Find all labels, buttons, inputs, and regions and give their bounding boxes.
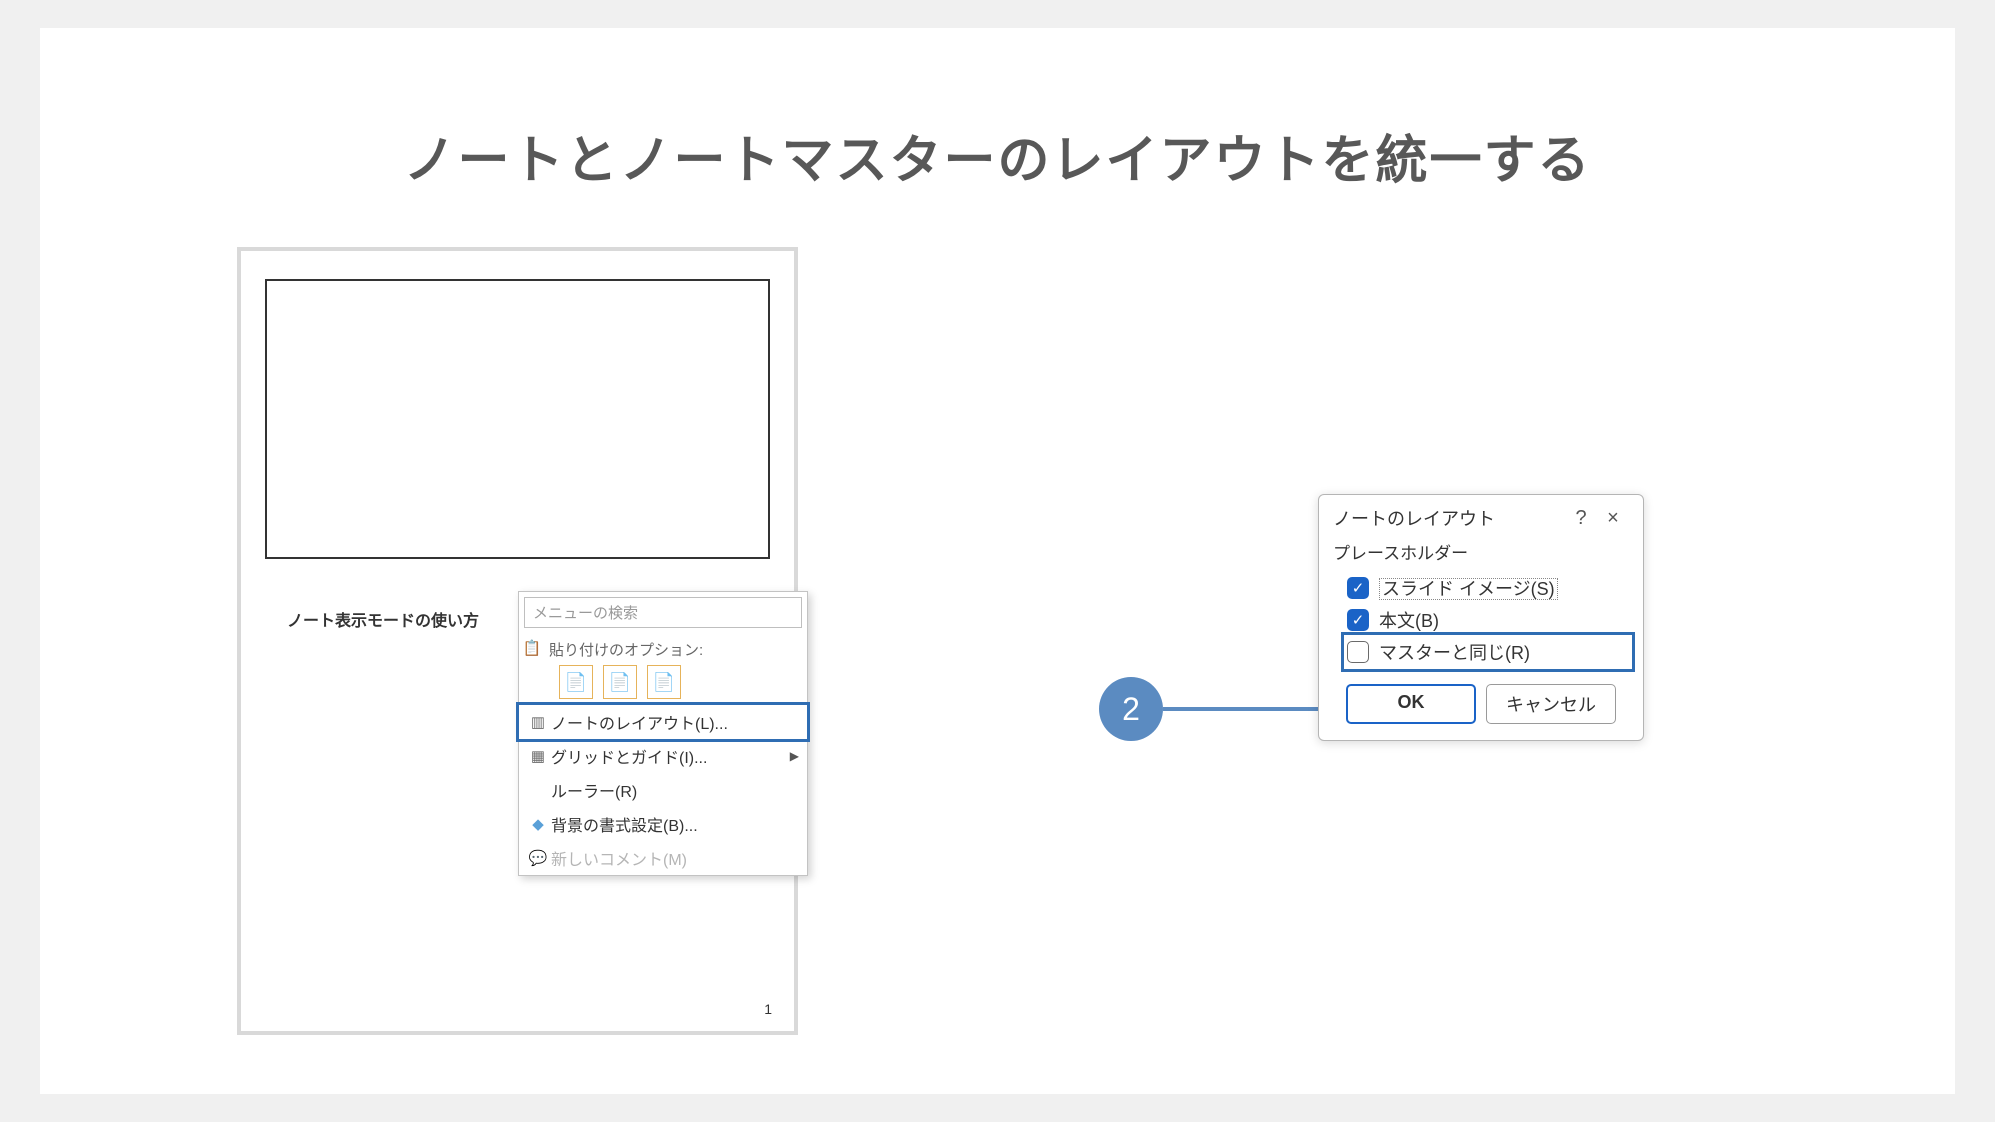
checkbox-slide-image[interactable]: ✓ — [1347, 577, 1369, 599]
help-icon[interactable]: ? — [1565, 507, 1597, 530]
menu-search-input[interactable]: メニューの検索 — [524, 597, 802, 628]
menu-item-format-bg[interactable]: ◆ 背景の書式設定(B)... — [519, 807, 807, 841]
dialog-button-row: OK キャンセル — [1319, 674, 1643, 740]
connector-2 — [1163, 707, 1341, 711]
paste-option-3[interactable]: 📄 — [647, 665, 681, 699]
context-menu: メニューの検索 📋 貼り付けのオプション: 📄 📄 📄 ▥ ノートのレイアウト(… — [518, 591, 808, 876]
dialog-options: ✓ スライド イメージ(S) ✓ 本文(B) マスターと同じ(R) — [1319, 568, 1643, 674]
checkbox-slide-image-label: スライド イメージ(S) — [1379, 575, 1558, 601]
grid-icon: ▦ — [525, 747, 551, 765]
dialog-title: ノートのレイアウト — [1333, 505, 1565, 531]
menu-item-new-comment-label: 新しいコメント(M) — [551, 846, 799, 870]
cancel-button[interactable]: キャンセル — [1486, 684, 1616, 724]
menu-item-new-comment: 💬 新しいコメント(M) — [519, 841, 807, 875]
format-bg-icon: ◆ — [525, 815, 551, 833]
menu-item-grid-guide-label: グリッドとガイド(I)... — [551, 744, 790, 768]
step-badge-2: 2 — [1099, 677, 1163, 741]
checkbox-master-label: マスターと同じ(R) — [1379, 639, 1530, 665]
menu-item-format-bg-label: 背景の書式設定(B)... — [551, 812, 799, 836]
step-badge-2-label: 2 — [1122, 691, 1140, 728]
checkbox-row-master[interactable]: マスターと同じ(R) — [1347, 636, 1629, 668]
paste-options-row: 📄 📄 📄 — [519, 663, 807, 705]
menu-item-grid-guide[interactable]: ▦ グリッドとガイド(I)... ▶ — [519, 739, 807, 773]
checkbox-row-body[interactable]: ✓ 本文(B) — [1347, 604, 1629, 636]
menu-paste-header: 📋 貼り付けのオプション: — [519, 633, 807, 663]
page-number: 1 — [764, 1001, 772, 1017]
paste-option-2[interactable]: 📄 — [603, 665, 637, 699]
paste-option-1[interactable]: 📄 — [559, 665, 593, 699]
menu-item-ruler-label: ルーラー(R) — [551, 778, 799, 802]
menu-item-ruler[interactable]: ルーラー(R) — [519, 773, 807, 807]
page-title: ノートとノートマスターのレイアウトを統一する — [40, 118, 1955, 193]
dialog-titlebar: ノートのレイアウト ? × — [1319, 495, 1643, 535]
chevron-right-icon: ▶ — [790, 749, 799, 763]
close-icon[interactable]: × — [1597, 507, 1629, 530]
menu-paste-label: 貼り付けのオプション: — [545, 635, 711, 662]
checkbox-body-label: 本文(B) — [1379, 607, 1439, 633]
note-layout-dialog: ノートのレイアウト ? × プレースホルダー ✓ スライド イメージ(S) ✓ … — [1318, 494, 1644, 741]
ok-button[interactable]: OK — [1346, 684, 1476, 724]
menu-item-note-layout[interactable]: ▥ ノートのレイアウト(L)... — [519, 705, 807, 739]
checkbox-master[interactable] — [1347, 641, 1369, 663]
menu-item-note-layout-label: ノートのレイアウト(L)... — [551, 710, 799, 734]
slide-canvas: ノートとノートマスターのレイアウトを統一する 1 ノート表示モードの使い方 1 … — [40, 28, 1955, 1094]
slide-thumbnail — [265, 279, 770, 559]
comment-icon: 💬 — [525, 849, 551, 867]
paste-icon: 📋 — [519, 639, 545, 657]
checkbox-row-slide-image[interactable]: ✓ スライド イメージ(S) — [1347, 572, 1629, 604]
dialog-section-label: プレースホルダー — [1319, 535, 1643, 568]
checkbox-body[interactable]: ✓ — [1347, 609, 1369, 631]
note-layout-icon: ▥ — [525, 713, 551, 731]
